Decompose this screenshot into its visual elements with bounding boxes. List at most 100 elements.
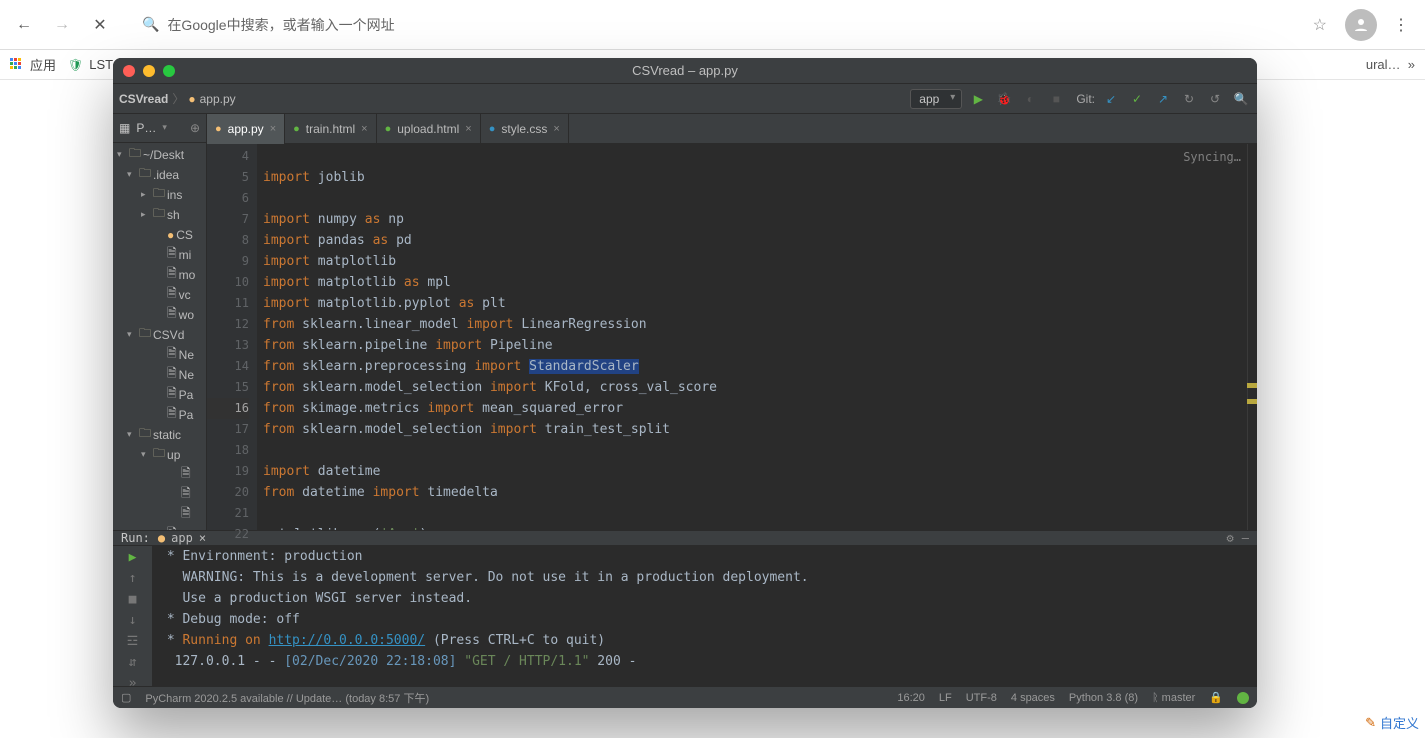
bookmark-item[interactable]: 🛡 LST <box>68 57 113 72</box>
stop-icon[interactable]: ■ <box>129 592 137 607</box>
project-tool-header[interactable]: ▦ P… ▾ ⊕ <box>113 114 206 143</box>
run-tool-header[interactable]: Run: ● app × ⚙ — <box>113 531 1257 546</box>
debug-button[interactable]: 🐞 <box>994 89 1014 109</box>
project-tree-item[interactable]: ▸🗀ins <box>113 185 206 205</box>
editor-gutter[interactable]: 45678910111213141516171819202122 <box>207 144 257 530</box>
search-everywhere-icon[interactable]: 🔍 <box>1231 89 1251 109</box>
window-titlebar[interactable]: CSVread – app.py <box>113 58 1257 84</box>
chevron-icon: ▾ <box>127 429 137 440</box>
rerun-icon[interactable]: ▶ <box>129 550 137 565</box>
revert-icon[interactable]: ↺ <box>1205 89 1225 109</box>
close-window-icon[interactable] <box>123 65 135 77</box>
file-encoding[interactable]: UTF-8 <box>966 692 997 704</box>
close-icon[interactable]: × <box>199 531 206 545</box>
bookmark-overflow[interactable]: ural… » <box>1366 57 1415 72</box>
close-icon[interactable]: × <box>361 123 367 135</box>
run-tab[interactable]: ● app × <box>158 531 206 545</box>
status-message[interactable]: PyCharm 2020.2.5 available // Update… (t… <box>145 690 883 706</box>
run-side-toolbar: ▶ ↑ ■ ↓ ☲ ⇵ » <box>113 546 153 695</box>
console-output[interactable]: * Environment: production WARNING: This … <box>153 546 1257 695</box>
project-tree-item[interactable]: ▾🗀.idea <box>113 165 206 185</box>
project-tree-item[interactable]: ▾🗀CSVd <box>113 325 206 345</box>
txt-icon: 🗎 <box>167 264 177 285</box>
gear-icon[interactable]: ⚙ <box>1227 531 1234 545</box>
minimize-window-icon[interactable] <box>143 65 155 77</box>
run-button[interactable]: ▶ <box>968 89 988 109</box>
stop-button[interactable]: ■ <box>1046 89 1066 109</box>
folder-icon: 🗀 <box>153 444 165 465</box>
bookmark-star-icon[interactable]: ☆ <box>1305 15 1335 35</box>
project-tree-item[interactable]: ▾🗀~/Deskt <box>113 145 206 165</box>
project-tree-item[interactable]: ▾🗀static <box>113 425 206 445</box>
assist-badge[interactable]: ✎ 自定义 <box>1365 713 1419 732</box>
chevron-icon: ▾ <box>117 149 127 160</box>
browser-back-button[interactable]: ← <box>10 11 38 39</box>
project-tree-item[interactable]: 🗎vc <box>113 285 206 305</box>
lock-icon[interactable]: 🔒 <box>1209 691 1223 704</box>
git-update-icon[interactable]: ↙ <box>1101 89 1121 109</box>
background-task-indicator[interactable] <box>1237 692 1249 704</box>
git-push-icon[interactable]: ↗ <box>1153 89 1173 109</box>
browser-overflow-icon[interactable]: ⋮ <box>1387 11 1415 39</box>
project-tree-item[interactable]: 🗎mi <box>113 245 206 265</box>
shield-icon: 🛡 <box>68 58 83 72</box>
omnibox-placeholder: 在Google中搜索，或者输入一个网址 <box>167 15 394 35</box>
project-tree-item[interactable]: 🗎 <box>113 465 206 485</box>
project-tree-item[interactable]: 🗎 <box>113 485 206 505</box>
run-config-selector[interactable]: app <box>910 89 962 109</box>
editor-tab[interactable]: ●train.html× <box>285 114 376 144</box>
editor-code[interactable]: import joblibimport numpy as npimport pa… <box>257 144 1257 530</box>
minimize-panel-icon[interactable]: — <box>1242 531 1249 545</box>
history-icon[interactable]: ↻ <box>1179 89 1199 109</box>
folder-icon: 🗀 <box>153 184 165 205</box>
project-tree-item[interactable]: 🗎mo <box>113 265 206 285</box>
indent-setting[interactable]: 4 spaces <box>1011 692 1055 704</box>
layout-icon[interactable]: ☲ <box>127 634 139 649</box>
project-tree-item[interactable]: ●CS <box>113 225 206 245</box>
editor-tab[interactable]: ●style.css× <box>481 114 569 144</box>
zoom-window-icon[interactable] <box>163 65 175 77</box>
scroll-down-icon[interactable]: ↓ <box>129 613 137 628</box>
project-tree-item[interactable]: 🗎 <box>113 505 206 525</box>
profile-avatar[interactable] <box>1345 9 1377 41</box>
breadcrumb[interactable]: CSVread 〉 ● app.py <box>119 90 236 107</box>
project-tree-item[interactable]: 🗎Pa <box>113 405 206 425</box>
tool-window-icon[interactable]: ▢ <box>121 691 131 704</box>
project-tree-item[interactable]: 🗎Pa <box>113 385 206 405</box>
soft-wrap-icon[interactable]: ⇵ <box>129 655 137 670</box>
html-file-icon: ● <box>293 123 300 135</box>
caret-position[interactable]: 16:20 <box>897 692 925 704</box>
folder-icon: 🗀 <box>129 144 141 165</box>
project-tool-window[interactable]: ▦ P… ▾ ⊕ ▾🗀~/Deskt▾🗀.idea▸🗀ins▸🗀sh●CS🗎mi… <box>113 114 207 530</box>
txt-icon: 🗎 <box>167 344 177 365</box>
error-stripe[interactable] <box>1247 144 1257 530</box>
txt-icon: 🗎 <box>181 484 191 505</box>
run-coverage-button[interactable]: ◐ <box>1020 89 1040 109</box>
git-branch[interactable]: ᚱ master <box>1152 692 1195 704</box>
line-separator[interactable]: LF <box>939 692 952 704</box>
chevron-icon: ▾ <box>127 169 137 180</box>
browser-omnibox[interactable]: 🔍 在Google中搜索，或者输入一个网址 <box>130 9 1289 41</box>
project-tree-item[interactable]: ▾🗀up <box>113 445 206 465</box>
browser-reload-button[interactable]: ✕ <box>86 11 114 39</box>
browser-forward-button[interactable]: → <box>48 11 76 39</box>
project-tree-item[interactable]: 🗎Ne <box>113 345 206 365</box>
git-commit-icon[interactable]: ✓ <box>1127 89 1147 109</box>
html-file-icon: ● <box>385 123 392 135</box>
editor-tab[interactable]: ●upload.html× <box>377 114 481 144</box>
chevron-icon: ▾ <box>141 449 151 460</box>
editor-tab[interactable]: ●app.py× <box>207 114 285 144</box>
project-tree-item[interactable]: 🗎wo <box>113 305 206 325</box>
python-interpreter[interactable]: Python 3.8 (8) <box>1069 692 1138 704</box>
project-tree-item[interactable]: ▸🗀sh <box>113 205 206 225</box>
scroll-up-icon[interactable]: ↑ <box>129 571 137 586</box>
close-icon[interactable]: × <box>553 123 559 135</box>
txt-icon: 🗎 <box>167 284 177 305</box>
close-icon[interactable]: × <box>465 123 471 135</box>
run-tool-window: Run: ● app × ⚙ — ▶ ↑ ■ ↓ ☲ ⇵ » * Environ… <box>113 530 1257 686</box>
project-tree-item[interactable]: 🗎Ne <box>113 365 206 385</box>
apps-shortcut[interactable]: 应用 <box>10 55 56 74</box>
traffic-lights[interactable] <box>123 65 175 77</box>
target-icon[interactable]: ⊕ <box>190 121 200 135</box>
close-icon[interactable]: × <box>270 123 276 135</box>
